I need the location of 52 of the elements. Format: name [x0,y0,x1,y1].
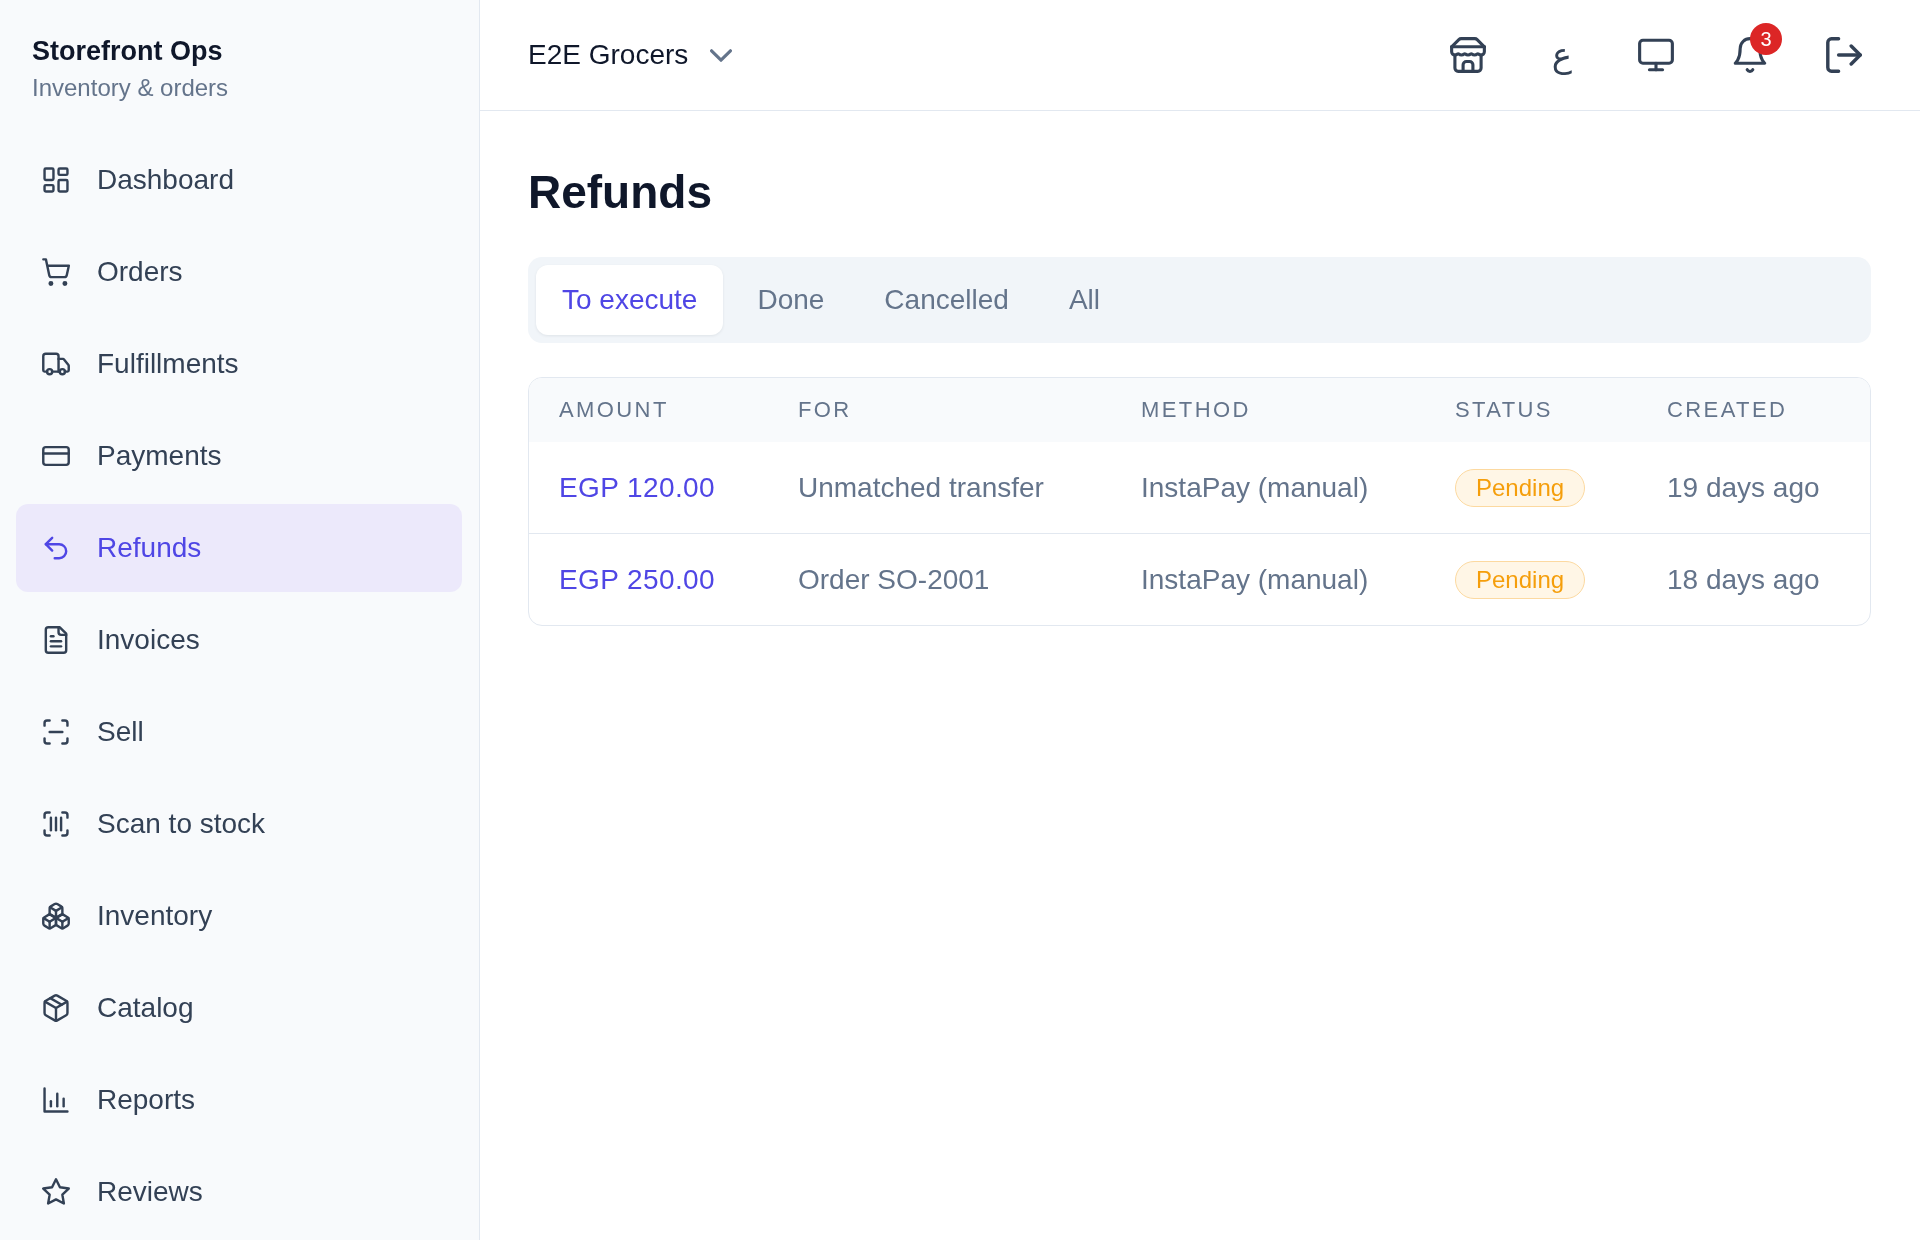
nav-item[interactable]: Invoices [16,596,462,684]
column-header: AMOUNT [529,378,768,442]
column-header: FOR [768,378,1111,442]
scan-frame-icon [42,718,70,746]
nav-item[interactable]: Orders [16,228,462,316]
grid-icon [42,166,70,194]
status-badge: Pending [1455,468,1586,507]
nav-item[interactable]: Sell [16,688,462,776]
page-title: Refunds [528,165,713,220]
amount-link[interactable]: EGP 120.00 [559,471,716,503]
table-cell: Order SO-2001 [768,533,1111,625]
nav-item[interactable]: Inventory [16,872,462,960]
filter-tab[interactable]: Cancelled [858,265,1035,335]
monitor-icon [1638,37,1674,73]
nav-item[interactable]: Payments [16,412,462,500]
bar-chart-icon [42,1086,70,1114]
filter-tab[interactable]: To execute [536,265,724,335]
filter-tab[interactable]: All [1042,265,1126,335]
nav-item[interactable]: Reports [16,1056,462,1144]
undo-arrow-icon [42,534,70,562]
column-header: METHOD [1111,378,1425,442]
logout-icon [1826,37,1862,73]
table-cell: InstaPay (manual) [1111,442,1425,534]
nav-item[interactable]: Reviews [16,1148,462,1236]
filter-tab[interactable]: Done [731,265,851,335]
nav-item[interactable]: Scan to stock [16,780,462,868]
table-cell: 19 days ago [1637,442,1870,534]
app-title: Storefront Ops [32,35,224,67]
column-header: STATUS [1425,378,1637,442]
column-header: CREATED [1637,378,1870,442]
notification-count-badge: 3 [1750,23,1782,55]
store-selector[interactable]: E2E Grocers [528,39,733,71]
cart-icon [42,258,70,286]
nav-item[interactable]: Dashboard [16,136,462,224]
star-icon [42,1178,70,1206]
app-subtitle: Inventory & orders [32,74,230,102]
nav-item[interactable]: Fulfillments [16,320,462,408]
caret-icon [710,48,733,62]
cube-icon [42,994,70,1022]
nav-item[interactable]: Refunds [16,504,462,592]
amount-link[interactable]: EGP 250.00 [559,563,716,595]
table-cell: InstaPay (manual) [1111,533,1425,625]
nav-item[interactable]: Catalog [16,964,462,1052]
status-badge: Pending [1455,560,1586,599]
scan-bars-icon [42,810,70,838]
truck-icon [42,350,70,378]
table-cell: Unmatched transfer [768,442,1111,534]
document-icon [42,626,70,654]
table-cell: 18 days ago [1637,533,1870,625]
language-button[interactable]: ع [1538,31,1586,79]
storefront-icon [1450,37,1486,73]
cubes-icon [42,902,70,930]
